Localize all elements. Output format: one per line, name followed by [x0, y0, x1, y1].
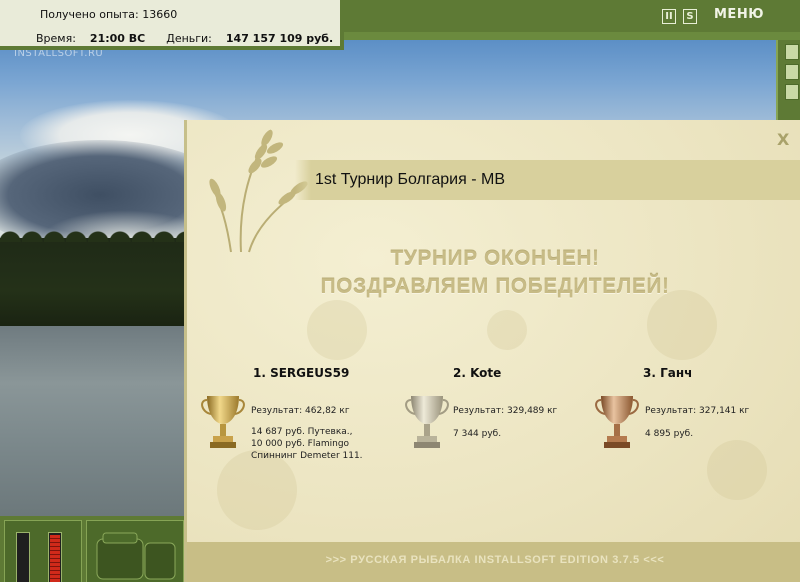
headline-congrats: ПОЗДРАВЛЯЕМ ПОБЕДИТЕЛЕЙ! [320, 275, 670, 298]
menu-button[interactable]: МЕНЮ [714, 7, 764, 22]
close-button[interactable]: X [777, 130, 789, 149]
winner-name: 3. Ганч [643, 366, 693, 380]
prize-line: 7 344 руб. [453, 429, 502, 439]
tension-gauge [16, 532, 30, 582]
time-label: Время: [36, 32, 76, 45]
prize-line: 10 000 руб. Flamingo [251, 439, 350, 449]
winner-name: 1. SERGEUS59 [253, 366, 350, 380]
winner-result: Результат: 462,82 кг [251, 406, 350, 416]
decor-splotch [487, 310, 527, 350]
winner-prize: 4 895 руб. [645, 428, 693, 440]
money-label: Деньги: [166, 32, 212, 45]
decor-splotch [647, 290, 717, 360]
power-gauge [48, 532, 62, 582]
prize-line: 4 895 руб. [645, 429, 694, 439]
tournament-title: 1st Турнир Болгария - МВ [315, 171, 505, 188]
bronze-trophy-icon [595, 396, 639, 448]
pause-icon[interactable]: II [662, 9, 676, 24]
decor-splotch [307, 300, 367, 360]
experience-value: 13660 [142, 8, 178, 21]
decor-splotch [707, 440, 767, 500]
winner-name: 2. Kote [453, 366, 502, 380]
silver-trophy-icon [405, 396, 449, 448]
winner-prize: 14 687 руб. Путевка., 10 000 руб. Flamin… [251, 426, 363, 462]
game-scene: INSTALLSOFT.RU II S МЕНЮ Получено опыта:… [0, 0, 800, 582]
tackle-box-slot[interactable] [86, 520, 184, 582]
time-value: 21:00 ВС [89, 32, 146, 45]
tackle-box-icon [96, 532, 176, 580]
prize-line: Спиннинг Demeter 111. [251, 451, 363, 461]
decor-splotch [217, 450, 297, 530]
side-button[interactable] [785, 84, 799, 100]
experience-label: Получено опыта: [40, 8, 139, 21]
status-panel: Получено опыта: 13660 Время: 21:00 ВС Де… [0, 0, 344, 50]
winner-prize: 7 344 руб. [453, 428, 501, 440]
winner-result: Результат: 329,489 кг [453, 406, 558, 416]
tournament-results-dialog: X 1st Турнир Болгария - МВ ТУРНИР ОКОНЧЕ… [184, 120, 800, 582]
winner-result: Результат: 327,141 кг [645, 406, 750, 416]
gold-trophy-icon [201, 396, 245, 448]
experience-row: Получено опыта: 13660 [40, 8, 177, 21]
time-money-row: Время: 21:00 ВС Деньги: 147 157 109 руб. [36, 32, 333, 45]
prize-line: 14 687 руб. Путевка., [251, 427, 353, 437]
save-icon[interactable]: S [683, 9, 697, 24]
headline-finished: ТУРНИР ОКОНЧЕН! [390, 247, 600, 270]
side-button[interactable] [785, 44, 799, 60]
side-button[interactable] [785, 64, 799, 80]
edition-banner: >>> РУССКАЯ РЫБАЛКА INSTALLSOFT EDITION … [325, 554, 665, 566]
money-value: 147 157 109 руб. [225, 32, 334, 45]
